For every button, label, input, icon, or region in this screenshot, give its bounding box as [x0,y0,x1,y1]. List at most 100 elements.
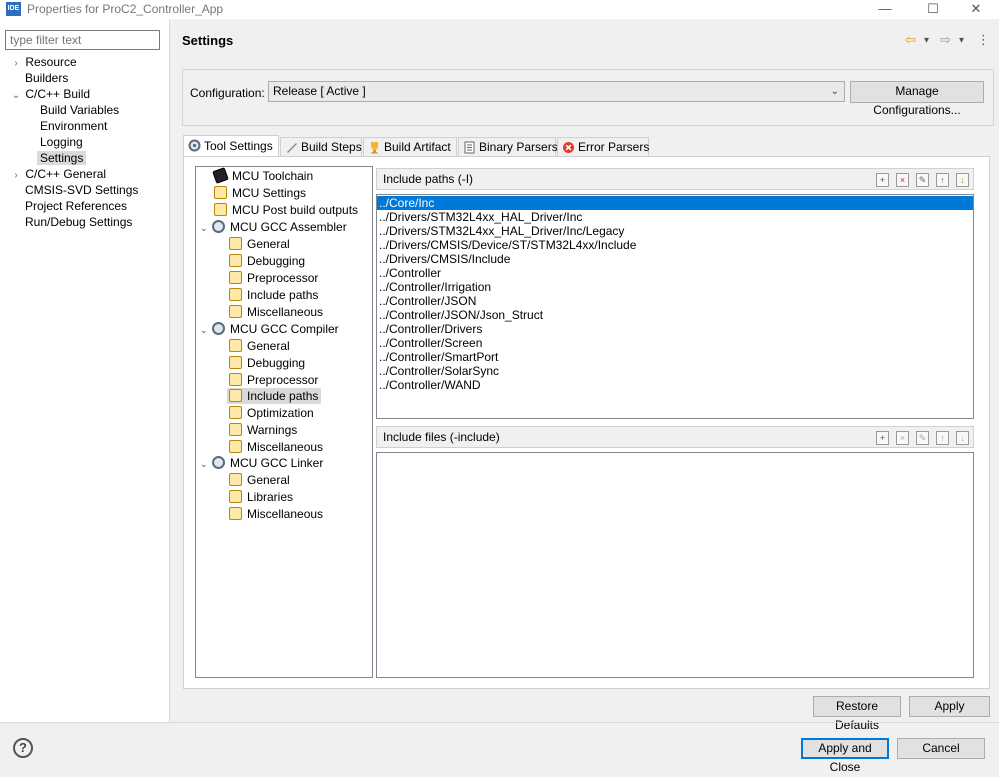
tree-item-assembler-preprocessor[interactable]: Preprocessor [229,270,318,286]
nav-item-settings[interactable]: Settings [10,150,138,166]
close-icon[interactable]: ✕ [953,0,999,19]
include-paths-list[interactable]: ../Core/Inc ../Drivers/STM32L4xx_HAL_Dri… [376,194,974,419]
tree-item-compiler-general[interactable]: General [229,338,290,354]
list-item[interactable]: ../Controller/Irrigation [377,280,973,294]
list-item[interactable]: ../Drivers/CMSIS/Include [377,252,973,266]
nav-item-logging[interactable]: Logging [10,134,138,150]
tab-build-steps[interactable]: Build Steps [280,137,362,157]
tab-label: Error Parsers [578,140,650,154]
back-dropdown-icon[interactable]: ▾ [924,35,929,46]
list-item[interactable]: ../Controller [377,266,973,280]
tree-item-mcu-gcc-linker[interactable]: ⌄ MCU GCC Linker [200,455,323,471]
move-down-icon[interactable]: ↓ [956,431,969,445]
tree-item-assembler-debugging[interactable]: Debugging [229,253,305,269]
nav-item-resource[interactable]: › Resource [10,54,138,70]
include-files-list[interactable] [376,452,974,678]
move-down-icon[interactable]: ↓ [956,173,969,187]
tab-build-artifact[interactable]: Build Artifact [363,137,457,157]
binary-parsers-icon [464,141,475,154]
tree-item-mcu-settings[interactable]: MCU Settings [214,185,306,201]
tree-item-assembler-miscellaneous[interactable]: Miscellaneous [229,304,323,320]
tree-item-compiler-miscellaneous[interactable]: Miscellaneous [229,439,323,455]
tree-item-linker-libraries[interactable]: Libraries [229,489,293,505]
nav-item-cpp-general[interactable]: › C/C++ General [10,166,138,182]
cancel-button[interactable]: Cancel [897,738,985,759]
tree-item-mcu-gcc-assembler[interactable]: ⌄ MCU GCC Assembler [200,219,347,235]
maximize-icon[interactable]: ☐ [910,0,956,19]
tab-tool-settings[interactable]: Tool Settings [183,135,279,156]
chevron-down-icon[interactable]: ⌄ [831,84,839,99]
chevron-down-icon[interactable]: ⌄ [200,456,210,472]
settings-page-icon [229,473,242,486]
list-item[interactable]: ../Controller/JSON [377,294,973,308]
settings-page-icon [229,288,242,301]
settings-page-icon [229,271,242,284]
list-item[interactable]: ../Controller/Screen [377,336,973,350]
chevron-right-icon[interactable]: › [10,168,22,184]
back-arrow-icon[interactable]: ⇦ [905,32,916,48]
tree-label: MCU GCC Compiler [230,322,339,336]
tree-item-assembler-general[interactable]: General [229,236,290,252]
list-item[interactable]: ../Controller/SolarSync [377,364,973,378]
nav-item-run-debug-settings[interactable]: Run/Debug Settings [10,214,138,230]
include-files-toolbar: + × ✎ ↑ ↓ [869,430,969,445]
delete-icon[interactable]: × [896,173,909,187]
tree-item-linker-general[interactable]: General [229,472,290,488]
list-item[interactable]: ../Controller/JSON/Json_Struct [377,308,973,322]
tab-binary-parsers[interactable]: Binary Parsers [458,137,558,157]
restore-defaults-button[interactable]: Restore Defaults [813,696,901,732]
list-item[interactable]: ../Drivers/STM32L4xx_HAL_Driver/Inc/Lega… [377,224,973,238]
list-item[interactable]: ../Core/Inc [377,196,973,210]
apply-and-close-button[interactable]: Apply and Close [801,738,889,774]
edit-icon[interactable]: ✎ [916,431,929,445]
tree-label: Include paths [247,288,319,302]
nav-item-cmsis-svd-settings[interactable]: CMSIS-SVD Settings [10,182,138,198]
move-up-icon[interactable]: ↑ [936,173,949,187]
list-item[interactable]: ../Controller/SmartPort [377,350,973,364]
tree-item-mcu-post-build-outputs[interactable]: MCU Post build outputs [214,202,358,218]
tool-settings-tree: MCU Toolchain MCU Settings MCU Post buil… [195,166,373,678]
delete-icon[interactable]: × [896,431,909,445]
nav-item-project-references[interactable]: Project References [10,198,138,214]
view-menu-icon[interactable]: ⋮ [977,32,990,48]
tree-item-assembler-include-paths[interactable]: Include paths [229,287,318,303]
tree-item-compiler-warnings[interactable]: Warnings [229,422,297,438]
filter-input[interactable] [5,30,160,50]
pane-divider[interactable] [169,19,170,723]
forward-arrow-icon[interactable]: ⇨ [940,32,951,48]
list-item[interactable]: ../Drivers/CMSIS/Device/ST/STM32L4xx/Inc… [377,238,973,252]
tree-item-compiler-optimization[interactable]: Optimization [229,405,314,421]
add-icon[interactable]: + [876,173,889,187]
forward-dropdown-icon[interactable]: ▾ [959,35,964,46]
chevron-down-icon[interactable]: ⌄ [10,88,22,104]
chevron-down-icon[interactable]: ⌄ [200,322,210,338]
tree-item-compiler-preprocessor[interactable]: Preprocessor [229,372,318,388]
chevron-down-icon[interactable]: ⌄ [200,220,210,236]
nav-item-cpp-build[interactable]: ⌄ C/C++ Build [10,86,138,102]
tree-label: Warnings [247,423,298,437]
edit-icon[interactable]: ✎ [916,173,929,187]
settings-page-icon [229,356,242,369]
apply-button[interactable]: Apply [909,696,990,717]
list-item[interactable]: ../Controller/WAND [377,378,973,392]
configuration-select[interactable]: Release [ Active ] ⌄ [268,81,845,102]
chevron-right-icon[interactable]: › [10,56,22,72]
minimize-icon[interactable]: — [862,0,908,19]
nav-item-build-variables[interactable]: Build Variables [10,102,138,118]
manage-configurations-button[interactable]: Manage Configurations... [850,81,984,117]
list-item[interactable]: ../Drivers/STM32L4xx_HAL_Driver/Inc [377,210,973,224]
tree-item-mcu-toolchain[interactable]: MCU Toolchain [212,167,313,184]
nav-label: Settings [37,151,87,165]
add-icon[interactable]: + [876,431,889,445]
list-item[interactable]: ../Controller/Drivers [377,322,973,336]
tree-item-compiler-debugging[interactable]: Debugging [229,355,305,371]
move-up-icon[interactable]: ↑ [936,431,949,445]
help-icon[interactable]: ? [13,738,33,758]
nav-item-environment[interactable]: Environment [10,118,138,134]
tab-error-parsers[interactable]: Error Parsers [557,137,649,157]
tree-item-linker-miscellaneous[interactable]: Miscellaneous [229,506,323,522]
tree-item-mcu-gcc-compiler[interactable]: ⌄ MCU GCC Compiler [200,321,339,337]
nav-item-builders[interactable]: Builders [10,70,138,86]
tree-item-compiler-include-paths[interactable]: Include paths [227,388,322,404]
settings-page-icon [229,237,242,250]
